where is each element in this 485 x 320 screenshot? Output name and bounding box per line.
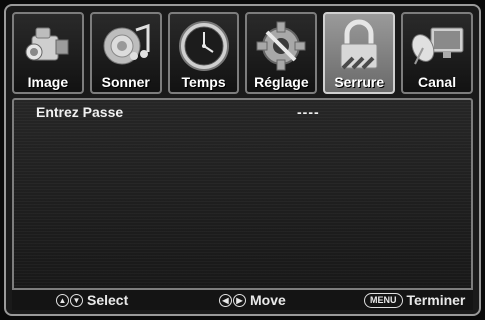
- osd-menu-frame: Image Sonner Temps Réglage Serrure Canal…: [4, 4, 481, 316]
- finish-hint-label: Terminer: [406, 292, 466, 308]
- select-hint: ▲ ▼ Select: [56, 292, 128, 308]
- move-hint-label: Move: [250, 292, 286, 308]
- down-arrow-icon: ▼: [70, 293, 83, 307]
- tab-sonner[interactable]: Sonner: [89, 12, 162, 94]
- tab-label: Temps: [181, 74, 226, 90]
- menu-key-icon: MENU: [364, 292, 403, 308]
- lock-password-panel: Entrez Passe ----: [12, 98, 473, 294]
- tab-temps[interactable]: Temps: [167, 12, 240, 94]
- padlock-icon: [340, 19, 378, 70]
- speaker-music-icon: [103, 23, 150, 65]
- left-arrow-icon: ◀: [219, 293, 232, 307]
- move-hint: ◀ ▶ Move: [219, 292, 286, 308]
- up-arrow-icon: ▲: [56, 293, 69, 307]
- tab-label: Sonner: [101, 74, 150, 90]
- gear-tools-icon: [256, 21, 306, 71]
- satellite-tv-icon: [411, 27, 464, 65]
- tab-reglage[interactable]: Réglage: [245, 12, 318, 94]
- menu-tab-bar: Image Sonner Temps Réglage Serrure Canal: [12, 12, 473, 94]
- key-hint-bar: ▲ ▼ Select ◀ ▶ Move MENU Terminer: [12, 288, 473, 310]
- password-input[interactable]: ----: [297, 104, 320, 120]
- tab-label: Réglage: [254, 74, 309, 90]
- password-prompt-label: Entrez Passe: [36, 104, 124, 120]
- tab-label: Image: [27, 74, 69, 90]
- menu-hint: MENU Terminer: [364, 292, 465, 308]
- right-arrow-icon: ▶: [233, 293, 246, 307]
- clock-icon: [178, 21, 229, 71]
- camcorder-icon: [25, 27, 69, 61]
- tab-image[interactable]: Image: [12, 12, 84, 94]
- select-hint-label: Select: [87, 292, 129, 308]
- tab-label: Serrure: [334, 74, 385, 90]
- tab-serrure[interactable]: Serrure: [323, 12, 396, 94]
- tab-canal[interactable]: Canal: [401, 12, 473, 94]
- tab-label: Canal: [417, 74, 457, 90]
